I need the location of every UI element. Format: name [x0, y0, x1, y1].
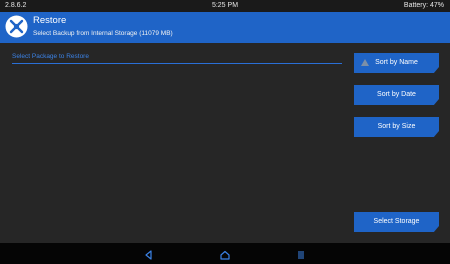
triangle-up-icon — [361, 59, 369, 66]
package-list-header: Select Package to Restore — [12, 52, 342, 64]
sort-by-size-button[interactable]: Sort by Size — [354, 117, 439, 137]
header-bar: Restore Select Backup from Internal Stor… — [0, 12, 450, 43]
back-icon[interactable] — [143, 248, 155, 260]
sort-by-name-label: Sort by Name — [375, 59, 418, 66]
home-icon[interactable] — [219, 248, 231, 260]
battery-status: Battery: 47% — [403, 2, 444, 9]
sort-by-size-label: Sort by Size — [377, 123, 416, 130]
sort-by-date-label: Sort by Date — [377, 91, 416, 98]
select-storage-label: Select Storage — [373, 218, 420, 225]
twrp-logo-icon — [5, 15, 28, 38]
page-subtitle: Select Backup from Internal Storage (110… — [33, 30, 173, 37]
status-bar: 2.8.6.2 5:25 PM Battery: 47% — [0, 0, 450, 12]
sort-by-date-button[interactable]: Sort by Date — [354, 85, 439, 105]
sort-by-name-button[interactable]: Sort by Name — [354, 53, 439, 73]
select-storage-button[interactable]: Select Storage — [354, 212, 439, 232]
page-title: Restore — [33, 15, 67, 26]
navigation-bar — [0, 243, 450, 264]
clock: 5:25 PM — [211, 2, 239, 9]
menu-icon[interactable] — [295, 248, 307, 260]
main-content: Select Package to Restore Sort by Name S… — [0, 43, 450, 243]
